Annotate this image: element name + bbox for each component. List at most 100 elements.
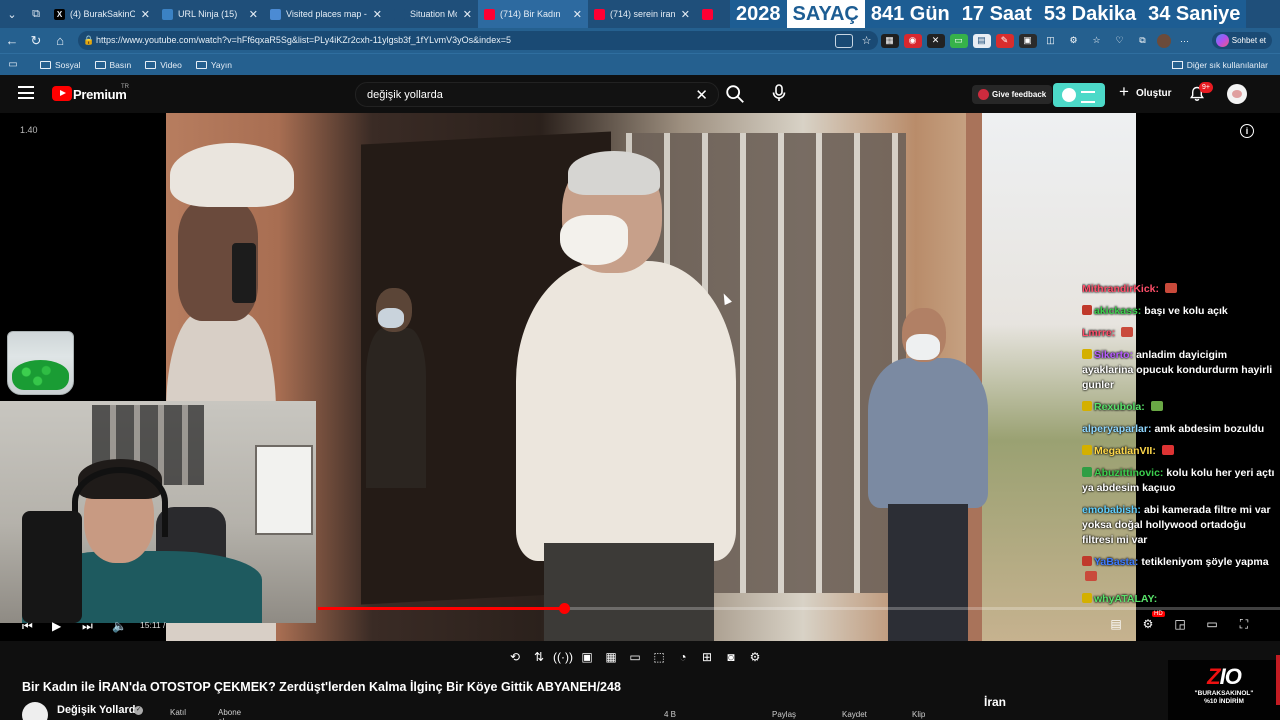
browser-tab[interactable]: (714) Bir Kadın ✕ <box>478 0 588 28</box>
previous-icon[interactable]: ⏮ <box>22 618 33 634</box>
tab-favicon-icon <box>594 8 605 20</box>
search-input[interactable] <box>367 87 667 103</box>
browser-tab[interactable]: (7 <box>696 0 724 28</box>
theater-mode-icon[interactable]: ▭ <box>1204 616 1220 632</box>
youtube-logo-icon[interactable] <box>52 86 72 101</box>
browser-tab[interactable]: (714) serein iran - Y ✕ <box>588 0 696 28</box>
home-icon[interactable]: ⌂ <box>48 28 72 53</box>
clear-search-icon[interactable]: ✕ <box>695 86 708 104</box>
tab-close-icon[interactable]: ✕ <box>249 8 258 21</box>
browser-tab[interactable]: Visited places map - ✕ <box>264 0 388 28</box>
install-app-icon[interactable] <box>834 33 853 48</box>
reload-icon[interactable]: ↻ <box>24 28 48 53</box>
like-button[interactable]: 4 B <box>664 710 676 719</box>
countdown-label: SAYAÇ <box>786 0 865 28</box>
favorite-star-icon[interactable]: ☆ <box>858 34 876 48</box>
sidebar-topic-chip[interactable]: İran <box>984 695 1006 709</box>
pen-extension-icon[interactable]: ✎ <box>995 33 1014 48</box>
menu-icon[interactable] <box>18 86 34 100</box>
settings-gear-icon[interactable]: ⚙ <box>1140 616 1156 632</box>
subscribe-button[interactable]: Abone ol <box>218 708 241 720</box>
clip-button[interactable]: Klip <box>912 710 925 719</box>
crop-icon[interactable]: ⬚ <box>652 650 666 664</box>
collections-icon[interactable]: ⧉ <box>1134 34 1152 48</box>
add-frame-icon[interactable]: ⊞ <box>700 650 714 664</box>
tab-close-icon[interactable]: ✕ <box>681 8 690 21</box>
live-extension-button[interactable] <box>1053 83 1105 107</box>
chat-message: Lmrre: <box>1082 322 1277 344</box>
info-icon[interactable]: i <box>1240 124 1254 138</box>
account-avatar[interactable] <box>1227 84 1247 104</box>
browser-tab[interactable]: X (4) BurakSakinOl (@ ✕ <box>48 0 156 28</box>
bookmark-folder[interactable]: Video <box>145 60 182 70</box>
search-icon[interactable] <box>724 83 746 105</box>
share-button[interactable]: Paylaş <box>772 710 796 719</box>
chat-message: Abuzittinovic: kolu kolu her yeri açtı ya… <box>1082 462 1277 499</box>
play-icon[interactable]: ▶ <box>52 618 61 634</box>
crosshair-extension-icon[interactable]: ✕ <box>926 33 945 48</box>
picture-icon[interactable]: ▭ <box>628 650 642 664</box>
red-extension-icon[interactable]: ◉ <box>903 33 922 48</box>
bookmark-folder[interactable]: Yayın <box>195 60 232 70</box>
video-player[interactable]: 1.40 i MithrandirKick: akickass: başı ve… <box>0 113 1280 641</box>
subtitles-icon[interactable]: ▤ <box>1108 616 1124 632</box>
chat-username: emobabish: <box>1082 503 1141 516</box>
browser-tab[interactable]: URL Ninja (15) ✕ <box>156 0 264 28</box>
extension-settings-icon[interactable]: ⚙ <box>748 650 762 664</box>
profile-avatar[interactable] <box>1156 33 1171 48</box>
green-extension-icon[interactable]: ▭ <box>949 33 968 48</box>
address-bar-row: ← ↻ ⌂ 🔒 https://www.youtube.com/watch?v=… <box>0 28 1280 53</box>
split-view-icon[interactable]: ◫ <box>1042 34 1060 48</box>
fullscreen-icon[interactable]: ⛶ <box>1236 616 1252 632</box>
favorites-icon[interactable]: ☆ <box>1088 34 1106 48</box>
workspaces-icon[interactable]: ⧉ <box>24 0 48 28</box>
other-bookmarks[interactable]: Diğer sık kullanılanlar <box>1171 54 1268 76</box>
chat-badge-icon <box>1082 592 1092 603</box>
volume-icon[interactable]: 🔈 <box>112 618 127 634</box>
bookmark-folder[interactable]: Sosyal <box>40 60 81 70</box>
miniplayer-icon[interactable]: ◲ <box>1172 616 1188 632</box>
sponsor-logo: ZIO <box>1168 664 1280 690</box>
grid-extension-icon[interactable]: ▦ <box>880 33 899 48</box>
speed-dial-icon[interactable]: ◔ <box>676 650 690 664</box>
screenshot-video-icon[interactable]: ▣ <box>580 650 594 664</box>
chat-text: başı ve kolu açık <box>1144 304 1228 317</box>
channel-name[interactable]: Değişik Yollarda <box>57 704 142 716</box>
more-menu-icon[interactable]: ··· <box>1176 34 1194 48</box>
tab-close-icon[interactable]: ✕ <box>141 8 150 21</box>
join-button[interactable]: Katıl <box>170 708 186 717</box>
progress-scrubber[interactable] <box>559 603 570 614</box>
sort-icon[interactable]: ⇅ <box>532 650 546 664</box>
browser-essentials-icon[interactable]: ♡ <box>1111 34 1129 48</box>
camera-icon[interactable]: ◙ <box>724 650 738 664</box>
notifications-bell-icon[interactable]: 9+ <box>1189 82 1213 102</box>
bookmark-folder[interactable]: Basın <box>94 60 131 70</box>
sidebar-toggle-icon[interactable]: ▭ <box>0 54 26 76</box>
loop-icon[interactable]: ⟲ <box>508 650 522 664</box>
cinema-icon[interactable]: ▦ <box>604 650 618 664</box>
tab-close-icon[interactable]: ✕ <box>373 8 382 21</box>
url-field[interactable]: 🔒 https://www.youtube.com/watch?v=hFf6qx… <box>78 31 878 50</box>
copilot-chat-button[interactable]: Sohbet et <box>1211 32 1272 49</box>
youtube-premium-label[interactable]: Premium <box>73 87 127 102</box>
player-extension-toolbar: ⟲ ⇅ ((·)) ▣ ▦ ▭ ⬚ ◔ ⊞ ◙ ⚙ <box>0 641 1280 671</box>
tab-close-icon[interactable]: ✕ <box>573 8 582 21</box>
tab-close-icon[interactable]: ✕ <box>463 8 472 21</box>
create-button[interactable]: + Oluştur <box>1118 83 1172 102</box>
tab-list-chevron-icon[interactable]: ⌄ <box>0 0 24 28</box>
microphone-icon[interactable] <box>771 84 787 102</box>
audio-mode-icon[interactable]: ((·)) <box>553 650 573 664</box>
extensions-puzzle-icon[interactable]: ⚙ <box>1065 34 1083 48</box>
chat-username: whyATALAY: <box>1094 592 1158 605</box>
save-button[interactable]: Kaydet <box>842 710 867 719</box>
browser-tab[interactable]: Situation Monitor ✕ <box>388 0 478 28</box>
screen-extension-icon[interactable]: ▣ <box>1018 33 1037 48</box>
stream-chat-overlay: MithrandirKick: akickass: başı ve kolu açı… <box>1082 278 1277 641</box>
next-icon[interactable]: ⏭ <box>82 618 93 634</box>
note-extension-icon[interactable]: ▤ <box>972 33 991 48</box>
give-feedback-button[interactable]: Give feedback <box>972 85 1053 104</box>
channel-avatar[interactable] <box>22 702 48 720</box>
chat-message: MegatlanVII: <box>1082 440 1277 462</box>
back-icon[interactable]: ← <box>0 28 24 53</box>
chat-badge-icon <box>1082 444 1092 455</box>
